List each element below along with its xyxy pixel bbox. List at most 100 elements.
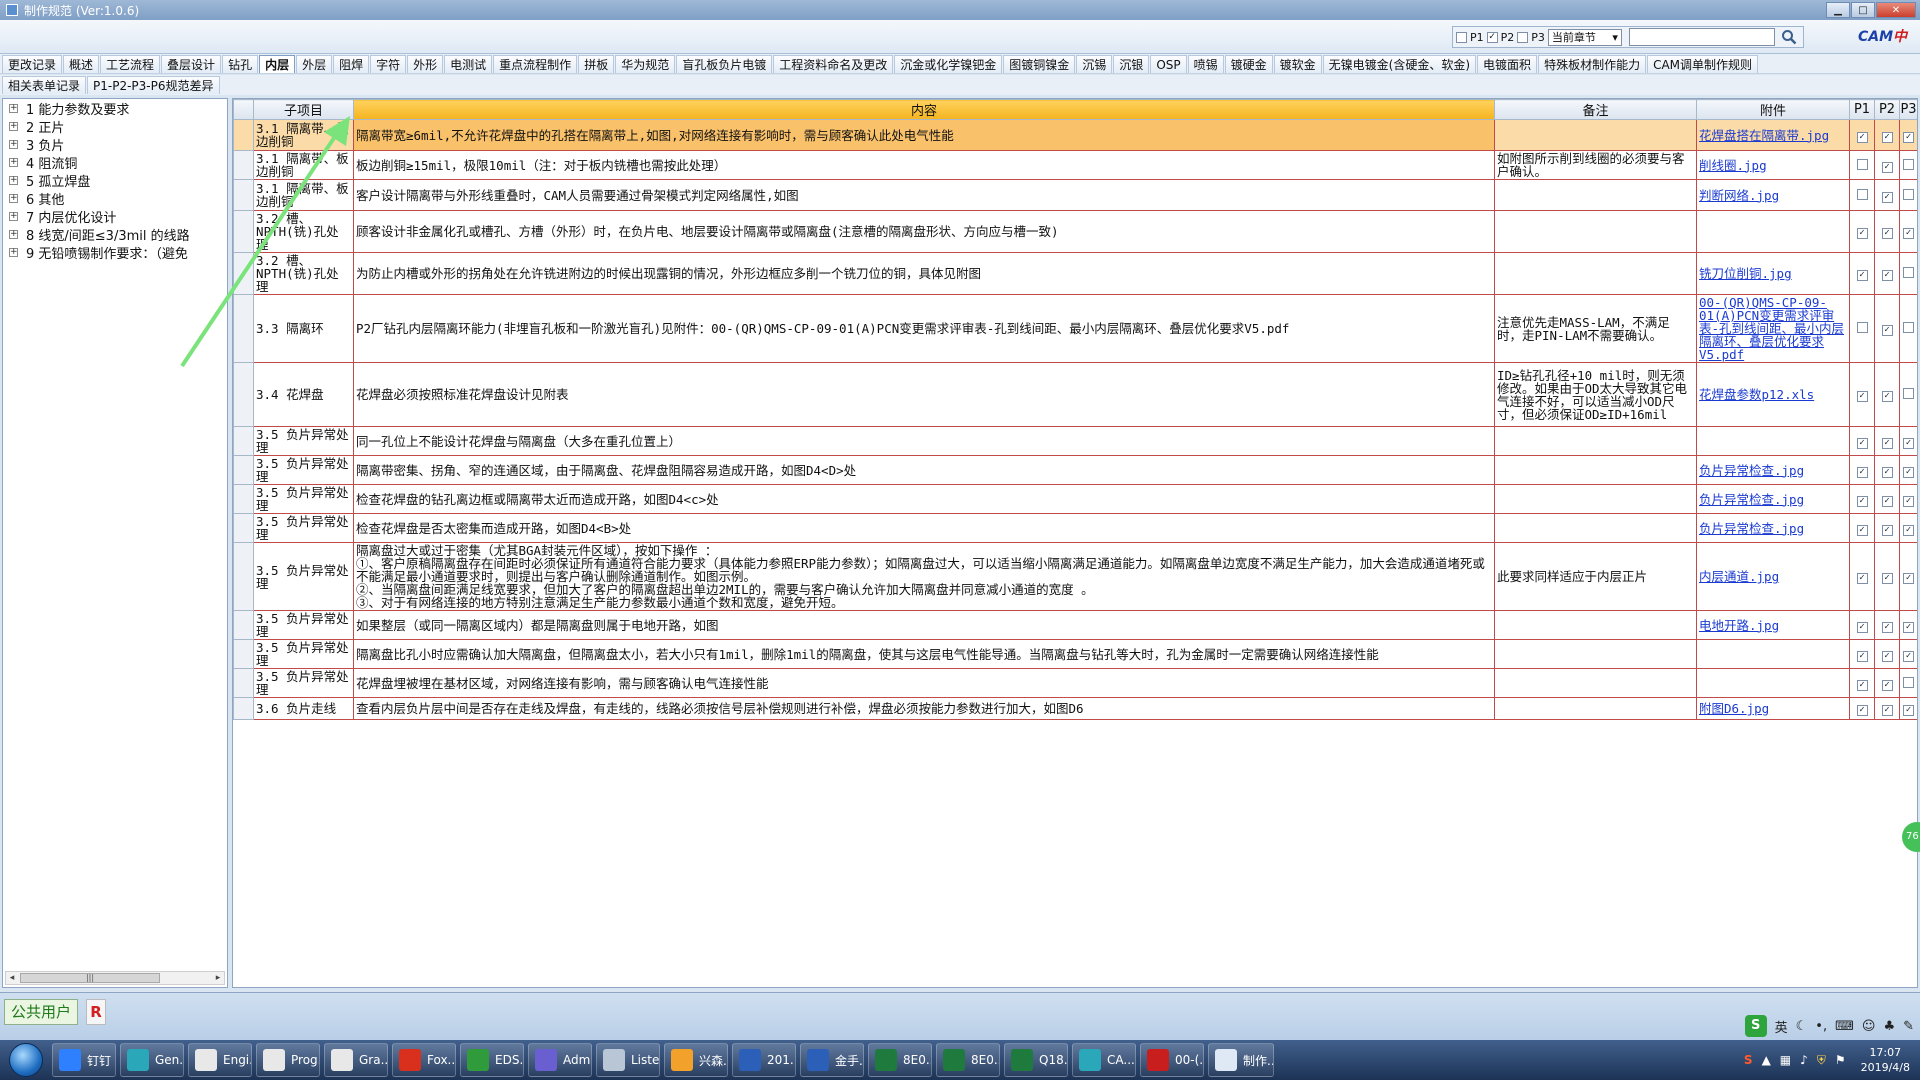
- skin-icon[interactable]: ♣: [1883, 1019, 1895, 1034]
- tab-1[interactable]: 概述: [63, 54, 100, 73]
- p1-checkbox[interactable]: [1856, 158, 1868, 170]
- table-row[interactable]: 3.5 负片异常处理 检查花焊盘的钻孔离边框或隔离带太近而造成开路，如图D4<c>…: [233, 484, 1917, 514]
- cell-attachment-link[interactable]: [1696, 210, 1850, 253]
- row-header[interactable]: [233, 426, 254, 456]
- p1-checkbox[interactable]: [1856, 322, 1868, 333]
- p2-checkbox[interactable]: ✓: [1881, 391, 1893, 402]
- p2-checkbox[interactable]: ✓: [1881, 705, 1893, 716]
- expand-icon[interactable]: +: [9, 103, 18, 113]
- tab-3[interactable]: 叠层设计: [161, 54, 222, 73]
- scroll-thumb[interactable]: |||: [20, 973, 160, 983]
- keyboard-icon[interactable]: ⌨: [1835, 1019, 1854, 1034]
- tree-item[interactable]: +3 负片: [3, 135, 227, 154]
- p1-checkbox[interactable]: ✓: [1856, 679, 1868, 691]
- cell-attachment-link[interactable]: 电地开路.jpg: [1696, 610, 1850, 640]
- taskbar-item[interactable]: CA...: [1072, 1043, 1136, 1077]
- action-center-icon[interactable]: ⚑: [1835, 1053, 1846, 1067]
- p1-checkbox[interactable]: [1856, 188, 1868, 200]
- p3-checkbox[interactable]: ✓: [1903, 705, 1914, 716]
- tab-9[interactable]: 外形: [407, 54, 444, 73]
- row-header[interactable]: [233, 150, 254, 180]
- column-header-p3[interactable]: P3: [1899, 99, 1917, 120]
- table-row[interactable]: 3.2 槽、NPTH(铣)孔处理 为防止内槽或外形的拐角处在允许铣进附边的时候出现…: [233, 252, 1917, 295]
- tree-item[interactable]: +8 线宽/间距≤3/3mil 的线路: [3, 225, 227, 244]
- taskbar-item[interactable]: Prog...: [256, 1043, 320, 1077]
- p2-checkbox[interactable]: ✓: [1881, 573, 1893, 584]
- tab-25[interactable]: 电镀面积: [1477, 54, 1538, 73]
- p3-checkbox[interactable]: [1903, 676, 1914, 688]
- taskbar-item[interactable]: 201...: [732, 1043, 796, 1077]
- tray-expand-icon[interactable]: ▲: [1762, 1053, 1771, 1067]
- tab-13[interactable]: 华为规范: [615, 54, 676, 73]
- row-header[interactable]: [233, 294, 254, 363]
- scroll-right-arrow-icon[interactable]: ▸: [212, 972, 224, 984]
- expand-icon[interactable]: +: [9, 121, 18, 131]
- p2-checkbox[interactable]: ✓: [1881, 161, 1893, 173]
- column-header-attach[interactable]: 附件: [1696, 99, 1850, 120]
- scroll-left-arrow-icon[interactable]: ◂: [6, 972, 18, 984]
- tree-horizontal-scrollbar[interactable]: ◂ ||| ▸: [5, 971, 225, 985]
- secondary-tab-0[interactable]: 相关表单记录: [2, 76, 87, 94]
- moon-icon[interactable]: ☾: [1796, 1019, 1808, 1034]
- taskbar-item[interactable]: Q18...: [1004, 1043, 1068, 1077]
- table-row[interactable]: 3.5 负片异常处理 隔离盘比孔小时应需确认加大隔离盘，但隔离盘太小，若大小只有1…: [233, 639, 1917, 669]
- cell-attachment-link[interactable]: [1696, 426, 1850, 456]
- tab-12[interactable]: 拼板: [578, 54, 615, 73]
- column-header-sub[interactable]: 子项目: [253, 99, 354, 120]
- p2-checkbox[interactable]: ✓: [1881, 191, 1893, 203]
- p1-checkbox[interactable]: ✓: [1856, 466, 1868, 478]
- clock[interactable]: 17:07 2019/4/8: [1861, 1045, 1910, 1075]
- p3-checkbox[interactable]: ✓: [1903, 437, 1914, 449]
- cell-attachment-link[interactable]: 铣刀位削铜.jpg: [1696, 252, 1850, 295]
- security-icon[interactable]: ⛨: [1817, 1053, 1826, 1068]
- tab-10[interactable]: 电测试: [444, 54, 493, 73]
- punctuation-icon[interactable]: •,: [1815, 1019, 1827, 1034]
- taskbar-item[interactable]: 00-(...: [1140, 1043, 1204, 1077]
- expand-icon[interactable]: +: [9, 193, 18, 203]
- expand-icon[interactable]: +: [9, 139, 18, 149]
- maximize-button[interactable]: □: [1851, 2, 1875, 18]
- tree-item[interactable]: +5 孤立焊盘: [3, 171, 227, 190]
- p2-checkbox[interactable]: ✓: [1881, 621, 1893, 633]
- taskbar-item[interactable]: 钉钉: [52, 1043, 116, 1077]
- tab-11[interactable]: 重点流程制作: [493, 54, 578, 73]
- p1-checkbox[interactable]: ✓: [1856, 621, 1868, 633]
- expand-icon[interactable]: +: [9, 247, 18, 257]
- secondary-tab-1[interactable]: P1-P2-P3-P6规范差异: [87, 76, 220, 94]
- filter-p2-checkbox[interactable]: ✓: [1486, 31, 1498, 43]
- p3-checkbox[interactable]: ✓: [1903, 524, 1914, 536]
- search-input[interactable]: [1628, 28, 1775, 46]
- tree-item[interactable]: +1 能力参数及要求: [3, 99, 227, 118]
- tree-item[interactable]: +9 无铅喷锡制作要求：（避免: [3, 243, 227, 262]
- row-header-corner[interactable]: [233, 99, 254, 120]
- cell-attachment-link[interactable]: 花焊盘参数p12.xls: [1696, 362, 1850, 427]
- cell-attachment-link[interactable]: 内层通道.jpg: [1696, 542, 1850, 611]
- cell-attachment-link[interactable]: 削线圈.jpg: [1696, 150, 1850, 180]
- sogou-ime-icon[interactable]: S: [1744, 1015, 1767, 1037]
- tab-8[interactable]: 字符: [370, 54, 407, 73]
- cell-attachment-link[interactable]: 00-(QR)QMS-CP-09-01(A)PCN变更需求评审表-孔到线间距、最…: [1696, 294, 1850, 363]
- tab-22[interactable]: 镀硬金: [1224, 54, 1273, 73]
- p3-checkbox[interactable]: [1903, 188, 1914, 200]
- tree-item[interactable]: +6 其他: [3, 189, 227, 208]
- network-icon[interactable]: ▦: [1780, 1053, 1791, 1067]
- tab-27[interactable]: CAM调单制作规则: [1647, 54, 1759, 73]
- p1-checkbox[interactable]: ✓: [1856, 650, 1868, 662]
- tab-18[interactable]: 沉锡: [1076, 54, 1113, 73]
- tree-item[interactable]: +7 内层优化设计: [3, 207, 227, 226]
- expand-icon[interactable]: +: [9, 211, 18, 221]
- p3-checkbox[interactable]: ✓: [1903, 650, 1914, 662]
- row-header[interactable]: [233, 610, 254, 640]
- close-button[interactable]: ✕: [1876, 2, 1916, 18]
- taskbar-item[interactable]: EDS...: [460, 1043, 524, 1077]
- row-header[interactable]: [233, 210, 254, 253]
- p1-checkbox[interactable]: ✓: [1856, 131, 1868, 143]
- p2-checkbox[interactable]: ✓: [1881, 325, 1893, 336]
- tab-16[interactable]: 沉金或化学镍钯金: [894, 54, 1003, 73]
- p3-checkbox[interactable]: [1903, 322, 1914, 333]
- table-row[interactable]: 3.5 负片异常处理 隔离带密集、拐角、窄的连通区域，由于隔离盘、花焊盘阻隔容易造…: [233, 455, 1917, 485]
- cell-attachment-link[interactable]: [1696, 668, 1850, 698]
- expand-icon[interactable]: +: [9, 229, 18, 239]
- taskbar-item[interactable]: Adm...: [528, 1043, 592, 1077]
- user-icon[interactable]: ☺: [1862, 1019, 1876, 1034]
